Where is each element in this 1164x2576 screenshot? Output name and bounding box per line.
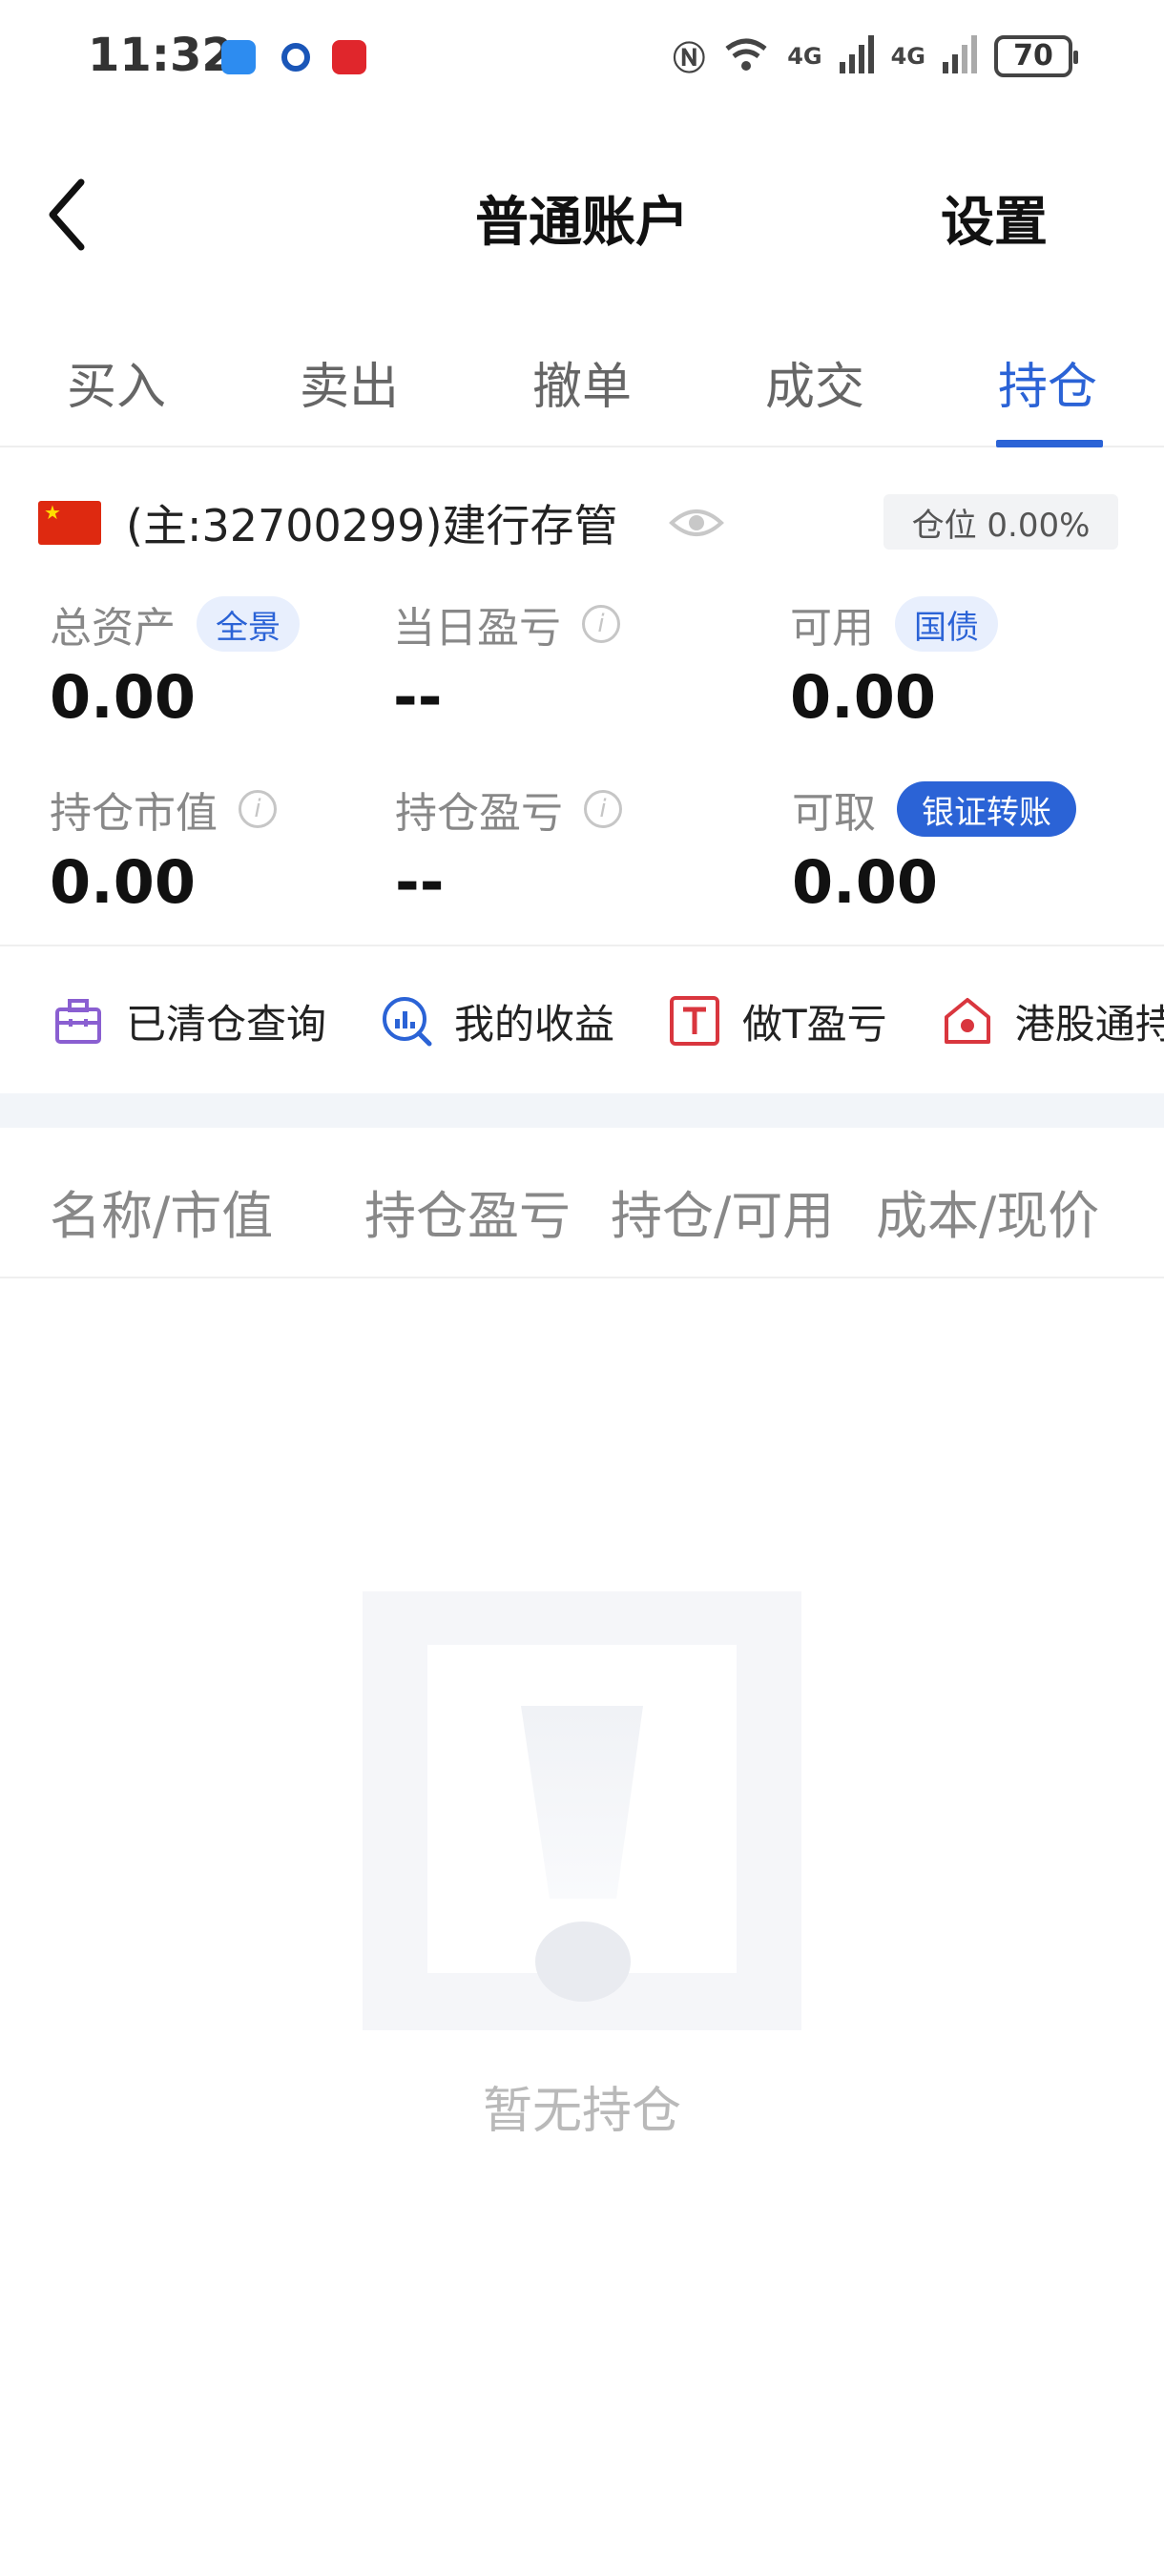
shortcut-label: 已清仓查询 [126, 1000, 327, 1048]
total-assets-label: 总资产 [50, 604, 176, 653]
status-time: 11:32 [88, 29, 234, 82]
available-value: 0.00 [790, 662, 936, 732]
section-separator [0, 1093, 1164, 1128]
position-pnl: 持仓盈亏 i -- [395, 780, 622, 917]
treasury-bond-button[interactable]: 国债 [895, 596, 998, 652]
eye-icon[interactable] [668, 504, 725, 542]
cleared-positions-shortcut[interactable]: 已清仓查询 [52, 992, 326, 1050]
signal-icon: 4G [787, 42, 822, 70]
withdrawable-label: 可取 [792, 789, 876, 838]
empty-state-text: 暂无持仓 [482, 2083, 681, 2140]
tab-positions[interactable]: 持仓 [931, 329, 1164, 447]
exclamation-placeholder-icon [363, 1591, 801, 2030]
battery-icon: 70 [994, 34, 1078, 77]
withdrawable-funds: 可取 银证转账 0.00 [792, 780, 1076, 917]
column-header-cost[interactable]: 成本/现价 [876, 1174, 1099, 1249]
nfc-icon: Ⓝ [673, 40, 706, 78]
signal-bars-icon [839, 34, 874, 77]
market-value-label: 持仓市值 [50, 789, 218, 838]
status-bar: 11:32 Ⓝ 4G 4G 70 [0, 0, 1164, 113]
info-icon[interactable]: i [239, 790, 277, 828]
bank-transfer-button[interactable]: 银证转账 [897, 781, 1076, 837]
trade-tabs: 买入 卖出 撤单 成交 持仓 [0, 329, 1164, 447]
shortcut-label: 港股通持 [1014, 1000, 1164, 1048]
t-box-icon [670, 996, 720, 1046]
account-selector[interactable]: (主:32700299)建行存管 仓位 0.00% [38, 487, 1126, 559]
shortcut-bar: 已清仓查询 我的收益 做T盈亏 港股通持 [0, 983, 1164, 1059]
tab-deals[interactable]: 成交 [698, 329, 931, 446]
total-assets-value: 0.00 [50, 662, 196, 732]
position-ratio-badge: 仓位 0.00% [883, 494, 1118, 550]
available-funds: 可用 国债 0.00 [790, 595, 998, 732]
account-name: (主:32700299)建行存管 [126, 500, 618, 551]
market-value-value: 0.00 [50, 847, 196, 917]
message-app-icon [221, 40, 256, 74]
signal-bars-icon-2 [943, 34, 977, 77]
chart-search-icon [383, 997, 432, 1047]
divider [0, 945, 1164, 946]
shortcut-label: 我的收益 [454, 1000, 615, 1048]
position-pnl-label: 持仓盈亏 [395, 789, 563, 838]
position-pnl-value: -- [395, 847, 445, 917]
panorama-button[interactable]: 全景 [197, 596, 300, 652]
signal-icon-2: 4G [890, 42, 925, 70]
hk-house-icon [944, 998, 990, 1044]
info-icon[interactable]: i [584, 790, 622, 828]
shortcut-label: 做T盈亏 [742, 1000, 887, 1048]
wifi-icon [722, 35, 770, 77]
column-header-pnl[interactable]: 持仓盈亏 [364, 1174, 571, 1249]
status-indicators: Ⓝ 4G 4G 70 [673, 32, 1078, 79]
daily-pnl: 当日盈亏 i -- [393, 595, 620, 732]
my-earnings-shortcut[interactable]: 我的收益 [380, 992, 614, 1050]
withdrawable-value: 0.00 [792, 847, 938, 917]
red-app-icon [332, 40, 366, 74]
tab-sell[interactable]: 卖出 [233, 329, 466, 446]
positions-table-header: 名称/市值 持仓盈亏 持仓/可用 成本/现价 [0, 1128, 1164, 1278]
c-app-icon [279, 40, 313, 74]
total-assets: 总资产 全景 0.00 [50, 595, 300, 732]
china-flag-icon [38, 501, 101, 545]
tab-cancel[interactable]: 撤单 [466, 329, 698, 446]
day-trade-pnl-shortcut[interactable]: 做T盈亏 [668, 992, 887, 1050]
header: 普通账户 设置 [0, 153, 1164, 277]
info-icon[interactable]: i [582, 605, 620, 643]
hk-connect-shortcut[interactable]: 港股通持 [941, 992, 1164, 1050]
settings-button[interactable]: 设置 [941, 179, 1048, 257]
column-header-holding[interactable]: 持仓/可用 [611, 1174, 834, 1249]
column-header-name[interactable]: 名称/市值 [50, 1174, 273, 1249]
daily-pnl-label: 当日盈亏 [393, 604, 561, 653]
daily-pnl-value: -- [393, 662, 443, 732]
available-label: 可用 [790, 604, 874, 653]
tab-buy[interactable]: 买入 [0, 329, 233, 446]
market-value: 持仓市值 i 0.00 [50, 780, 277, 917]
briefcase-icon [55, 999, 101, 1044]
